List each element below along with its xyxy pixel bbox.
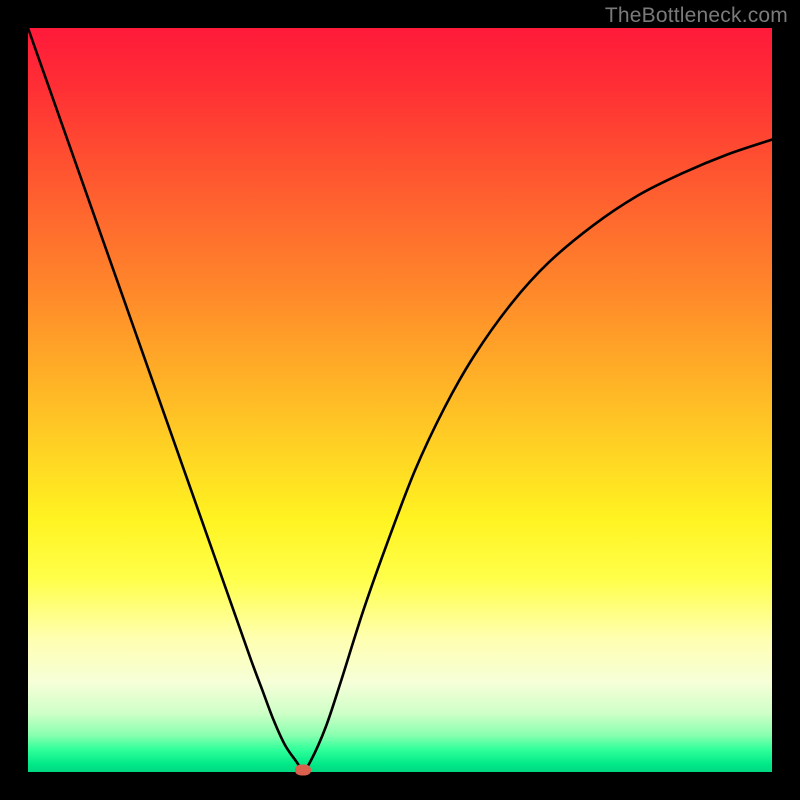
plot-area [28, 28, 772, 772]
chart-frame: TheBottleneck.com [0, 0, 800, 800]
watermark-text: TheBottleneck.com [605, 4, 788, 28]
bottleneck-curve [28, 28, 772, 772]
minimum-marker [295, 764, 311, 775]
